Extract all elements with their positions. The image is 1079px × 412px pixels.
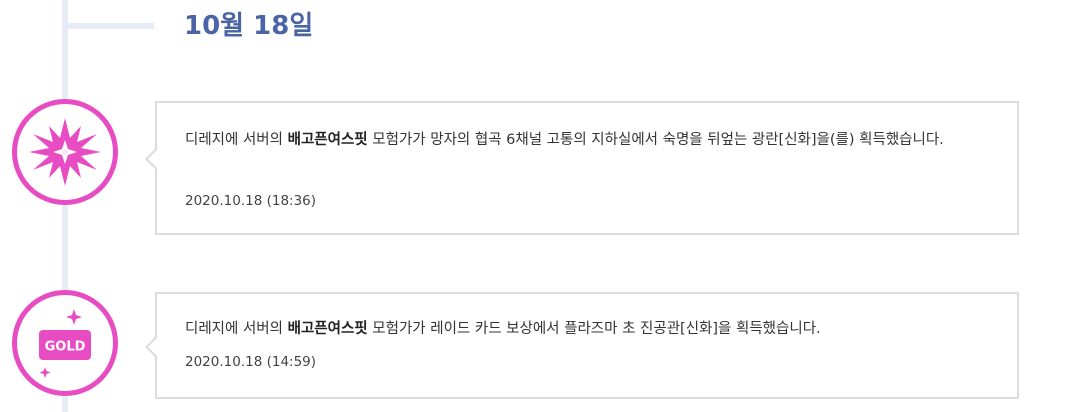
message-suffix: 모험가가 망자의 협곡 6채널 고통의 지하실에서 숙명을 뒤엎는 광란[신화]… <box>367 132 944 148</box>
gold-icon: GOLD <box>12 290 118 396</box>
date-connector <box>62 23 154 29</box>
message-prefix: 디레지에 서버의 <box>185 321 288 337</box>
timeline-view: 10월 18일 디레지에 서버의 배고픈여스핏 모험가가 망자의 협곡 6채널 … <box>0 0 1079 412</box>
character-name: 배고픈여스핏 <box>287 132 368 148</box>
event-timestamp: 2020.10.18 (18:36) <box>185 193 317 209</box>
gold-icon-label: GOLD <box>45 340 86 355</box>
message-prefix: 디레지에 서버의 <box>185 132 288 148</box>
message-suffix: 모험가가 레이드 카드 보상에서 플라즈마 초 진공관[신화]을 획득했습니다. <box>367 321 821 337</box>
date-heading: 10월 18일 <box>184 11 314 41</box>
event-card: 디레지에 서버의 배고픈여스핏 모험가가 망자의 협곡 6채널 고통의 지하실에… <box>145 101 1019 235</box>
event-message: 디레지에 서버의 배고픈여스핏 모험가가 망자의 협곡 6채널 고통의 지하실에… <box>185 127 993 154</box>
event-message: 디레지에 서버의 배고픈여스핏 모험가가 레이드 카드 보상에서 플라즈마 초 … <box>185 316 993 343</box>
starburst-icon <box>12 99 118 205</box>
event-timestamp: 2020.10.18 (14:59) <box>185 354 317 370</box>
event-card: 디레지에 서버의 배고픈여스핏 모험가가 레이드 카드 보상에서 플라즈마 초 … <box>145 292 1019 399</box>
character-name: 배고픈여스핏 <box>287 321 368 337</box>
